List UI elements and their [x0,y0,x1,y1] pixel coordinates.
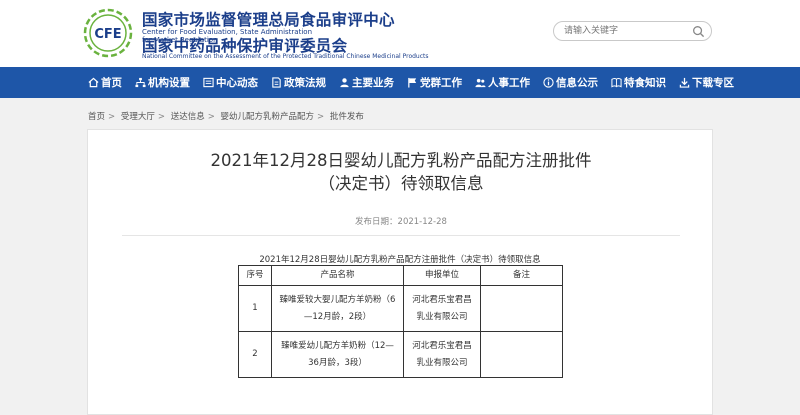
cell-index: 1 [238,285,272,332]
nav-item-party-work[interactable]: 党群工作 [407,75,462,90]
publish-date-value: 2021-12-28 [397,217,447,227]
info-icon [543,77,554,88]
nav-label: 下载专区 [692,77,734,89]
nav-item-center-news[interactable]: 中心动态 [203,75,258,90]
nav-item-policy[interactable]: 政策法规 [271,75,326,90]
cell-applicant: 河北君乐宝君昌乳业有限公司 [403,331,481,378]
nav-label: 人事工作 [488,77,530,89]
cell-product-text: 臻唯爱较大婴儿配方羊奶粉（6—12月龄，2段） [279,294,396,322]
cell-product-text: 臻唯爱幼儿配方羊奶粉（12—36月龄，3段） [281,340,394,368]
breadcrumb-item-home[interactable]: 首页 [88,112,105,122]
table-caption: 2021年12月28日婴幼儿配方乳粉产品配方注册批件（决定书）待领取信息 [259,255,541,265]
breadcrumb-separator: > [157,112,165,122]
breadcrumb-separator: > [108,112,116,122]
nav-label: 机构设置 [148,77,190,89]
nav-label: 特食知识 [624,77,666,89]
cfe-logo-icon[interactable]: CFE [83,8,133,58]
main-nav: 首页 机构设置 中心动态 政策法规 主要业务 党群工作 人事工作 信息公示 特食… [0,67,800,98]
search-icon[interactable] [692,25,705,38]
cell-applicant-text: 河北君乐宝君昌乳业有限公司 [412,340,472,368]
breadcrumb-separator: > [207,112,215,122]
search-input[interactable] [564,24,684,38]
nav-item-personnel[interactable]: 人事工作 [475,75,530,90]
document-icon [272,77,281,88]
nav-item-main-business[interactable]: 主要业务 [339,75,394,90]
flag-icon [408,77,417,88]
nav-label: 政策法规 [284,77,326,89]
knowledge-icon [611,78,622,88]
column-header-remarks: 备注 [480,265,563,286]
nav-label: 主要业务 [352,77,394,89]
column-header-product: 产品名称 [271,265,404,286]
org-name-cn-primary: 国家市场监督管理总局食品审评中心 [142,11,395,29]
column-header-applicant: 申报单位 [403,265,481,286]
breadcrumb: 首页 > 受理大厅 > 送达信息 > 婴幼儿配方乳粉产品配方 > 批件发布 [88,110,367,122]
nav-label: 首页 [101,77,122,89]
logo-text: CFE [94,27,121,42]
nav-item-public-info[interactable]: 信息公示 [543,75,598,90]
people-icon [475,78,486,88]
table-row: 2 臻唯爱幼儿配方羊奶粉（12—36月龄，3段） 河北君乐宝君昌乳业有限公司 [238,331,563,378]
approval-table: 序号 产品名称 申报单位 备注 1 臻唯爱较大婴儿配方羊奶粉（6—12月龄，2段… [238,265,563,378]
breadcrumb-item-approval-release[interactable]: 批件发布 [330,112,364,122]
nav-item-organization[interactable]: 机构设置 [135,75,190,90]
table-header-row: 序号 产品名称 申报单位 备注 [238,265,563,286]
cell-applicant-text: 河北君乐宝君昌乳业有限公司 [412,294,472,322]
cell-product: 臻唯爱较大婴儿配方羊奶粉（6—12月龄，2段） [271,285,404,332]
nav-item-downloads[interactable]: 下载专区 [679,75,734,90]
breadcrumb-item-acceptance-hall[interactable]: 受理大厅 [121,112,155,122]
article-title: 2021年12月28日婴幼儿配方乳粉产品配方注册批件（决定书）待领取信息 [210,151,592,193]
cell-product: 臻唯爱幼儿配方羊奶粉（12—36月龄，3段） [271,331,404,378]
cell-applicant: 河北君乐宝君昌乳业有限公司 [403,285,481,332]
site-header: CFE 国家市场监督管理总局食品审评中心 Center for Food Eva… [0,0,800,67]
cell-remarks [480,285,563,332]
sitemap-icon [135,77,146,88]
org-name-en-secondary: National Committee on the Assessment of … [142,53,429,60]
nav-label: 党群工作 [420,77,462,89]
publish-date-label: 发布日期： [355,217,398,227]
breadcrumb-item-infant-formula[interactable]: 婴幼儿配方乳粉产品配方 [221,112,315,122]
table-row: 1 臻唯爱较大婴儿配方羊奶粉（6—12月龄，2段） 河北君乐宝君昌乳业有限公司 [238,285,563,332]
user-icon [340,78,349,88]
news-icon [203,77,214,88]
nav-label: 信息公示 [556,77,598,89]
search-box [553,21,712,41]
breadcrumb-separator: > [317,112,325,122]
publish-date: 发布日期：2021-12-28 [88,215,714,227]
breadcrumb-item-delivery-info[interactable]: 送达信息 [171,112,205,122]
nav-label: 中心动态 [216,77,258,89]
cell-index: 2 [238,331,272,378]
nav-item-special-food-knowledge[interactable]: 特食知识 [611,75,666,90]
nav-item-home[interactable]: 首页 [88,75,122,90]
download-icon [679,77,690,88]
cell-remarks [480,331,563,378]
divider [122,235,680,236]
home-icon [88,77,99,88]
article-panel: 2021年12月28日婴幼儿配方乳粉产品配方注册批件（决定书）待领取信息 发布日… [87,129,713,415]
column-header-index: 序号 [238,265,272,286]
